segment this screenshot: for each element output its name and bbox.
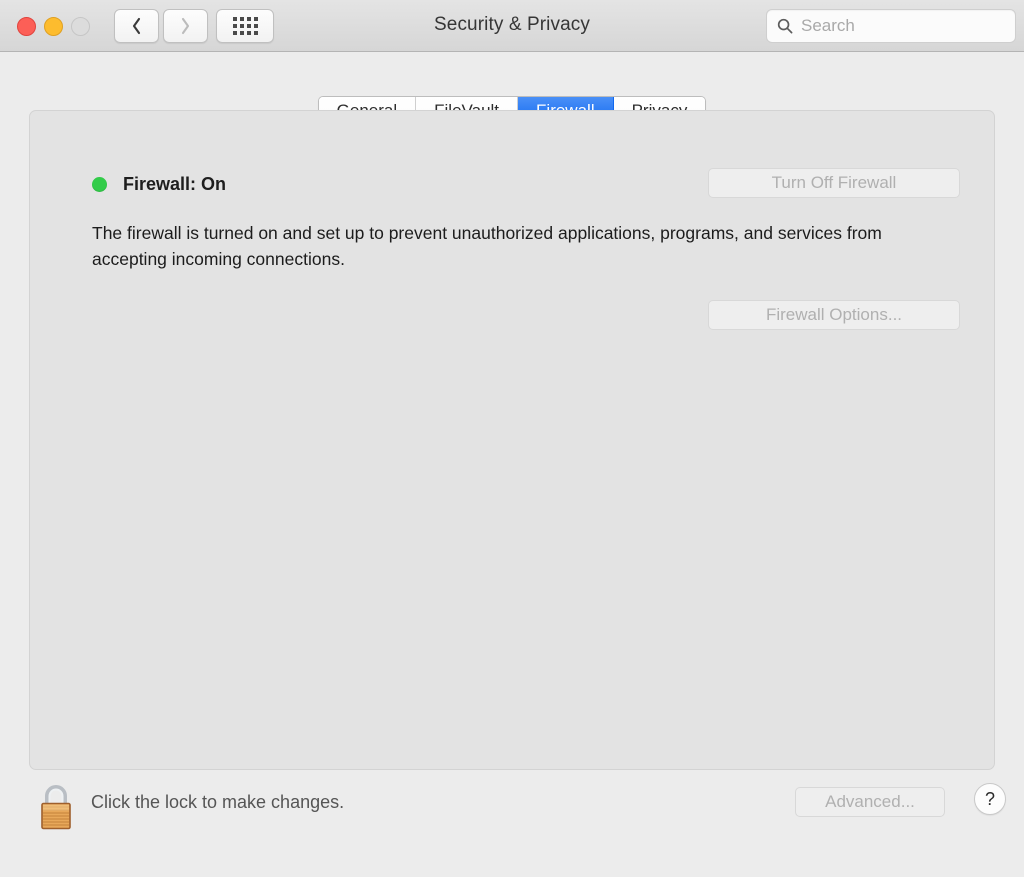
system-preferences-window: Security & Privacy Search General FileVa… (0, 0, 1024, 877)
status-indicator-dot (92, 176, 107, 192)
bottom-bar: Click the lock to make changes. Advanced… (0, 770, 1024, 877)
advanced-button[interactable]: Advanced... (795, 787, 945, 817)
search-icon (777, 18, 793, 34)
firewall-status-label: Firewall: On (123, 173, 227, 194)
search-input[interactable]: Search (766, 9, 1016, 43)
firewall-description: The firewall is turned on and set up to … (92, 223, 882, 269)
firewall-content-panel: Firewall: On Turn Off Firewall The firew… (29, 110, 995, 770)
lock-closed-icon[interactable] (37, 782, 75, 832)
firewall-options-button[interactable]: Firewall Options... (708, 300, 960, 330)
turn-off-firewall-button[interactable]: Turn Off Firewall (708, 168, 960, 198)
window-titlebar: Security & Privacy Search (0, 0, 1024, 52)
lock-message: Click the lock to make changes. (91, 792, 345, 812)
search-placeholder: Search (801, 16, 855, 35)
help-button[interactable]: ? (974, 783, 1006, 815)
